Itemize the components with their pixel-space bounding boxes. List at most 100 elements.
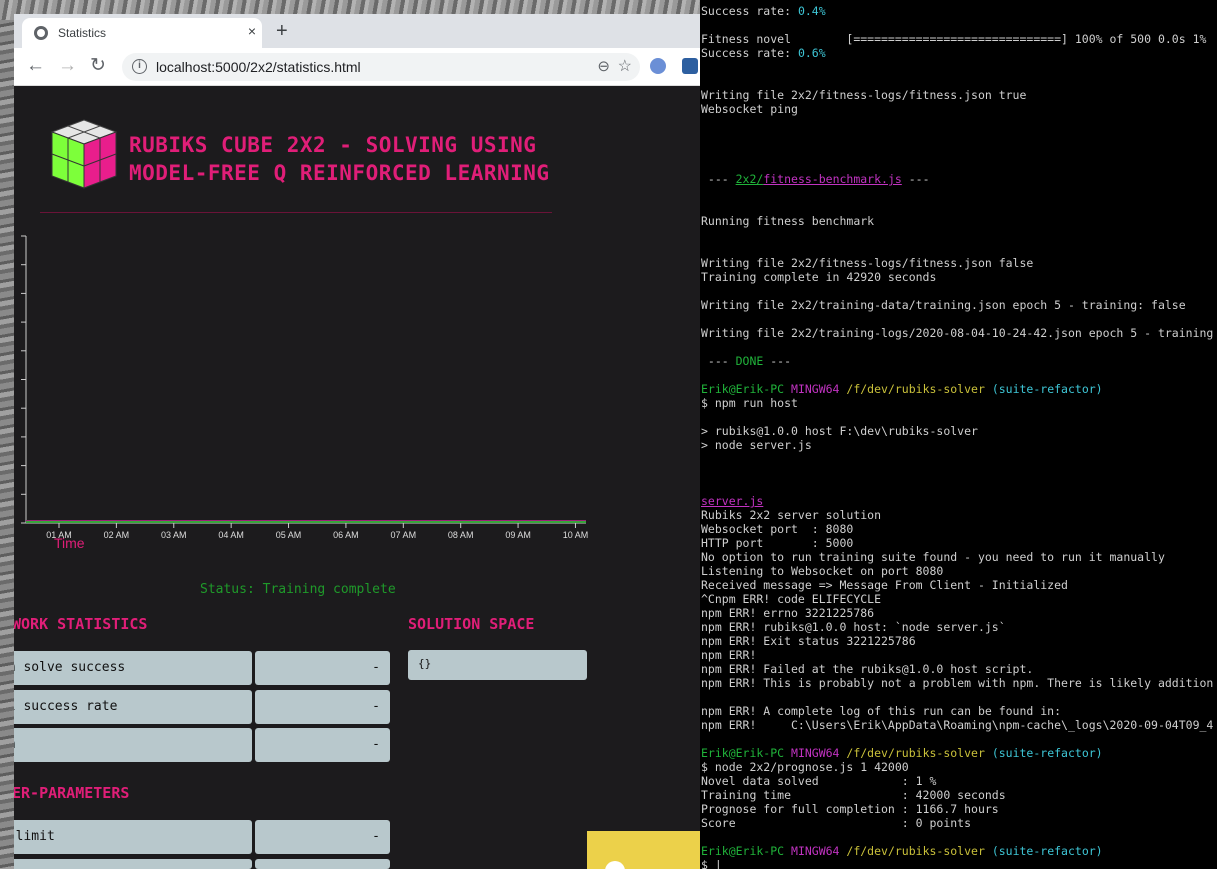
chart-x-tick-label: 03 AM — [161, 530, 187, 540]
back-button[interactable]: ← — [26, 56, 45, 76]
network-stat-label: ch — [14, 728, 252, 762]
terminal-output: Success rate: 0.4% Fitness novel [=======… — [701, 4, 1217, 869]
terminal-line: $ | — [701, 858, 722, 869]
terminal-line: Running fitness benchmark — [701, 214, 875, 228]
terminal-line: Websocket port : 8080 — [701, 522, 854, 536]
network-statistics-title: WORK STATISTICS — [14, 615, 148, 633]
terminal-line: npm ERR! C:\Users\Erik\AppData\Roaming\n… — [701, 718, 1214, 732]
reload-button[interactable]: ↻ — [90, 56, 106, 76]
terminal-line: ^Cnpm ERR! code ELIFECYCLE — [701, 592, 882, 606]
terminal-line: Received message => Message From Client … — [701, 578, 1068, 592]
info-icon[interactable]: i — [132, 59, 147, 74]
hyper-parameters-title: ER-PARAMETERS — [14, 784, 130, 802]
terminal-line: Writing file 2x2/fitness-logs/fitness.js… — [701, 256, 1034, 270]
tab-title: Statistics — [58, 26, 107, 40]
terminal-line: No option to run training suite found - … — [701, 550, 1165, 564]
browser-toolbar: ← → ↻ i localhost:5000/2x2/statistics.ht… — [14, 48, 700, 86]
terminal-line: Websocket ping — [701, 102, 798, 116]
tab-bar: Statistics × + — [14, 14, 700, 48]
terminal-line: Score : 0 points — [701, 816, 972, 830]
terminal-line: --- DONE --- — [701, 354, 792, 368]
terminal-line: > node server.js — [701, 438, 812, 452]
chart-x-tick-label: 02 AM — [104, 530, 130, 540]
chart-x-tick-label: 04 AM — [218, 530, 244, 540]
terminal-line: Erik@Erik-PC MINGW64 /f/dev/rubiks-solve… — [701, 382, 1103, 396]
address-bar[interactable]: i localhost:5000/2x2/statistics.html ⊖ ☆ — [122, 53, 640, 81]
solution-space-title: SOLUTION SPACE — [408, 615, 535, 633]
chart-x-tick-label: 07 AM — [391, 530, 417, 540]
terminal-line: Erik@Erik-PC MINGW64 /f/dev/rubiks-solve… — [701, 844, 1103, 858]
chart-x-axis-label: Time — [54, 535, 85, 551]
new-tab-button[interactable]: + — [276, 20, 288, 43]
url-text[interactable]: localhost:5000/2x2/statistics.html — [156, 59, 361, 75]
statistics-page: RUBIKS CUBE 2X2 - SOLVING USING MODEL-FR… — [14, 86, 700, 869]
network-stat-value: - — [255, 689, 390, 724]
terminal-line: --- 2x2/fitness-benchmark.js --- — [701, 172, 930, 186]
extension-icon-2[interactable] — [682, 58, 698, 74]
terminal-window[interactable]: Success rate: 0.4% Fitness novel [=======… — [700, 0, 1217, 869]
training-chart: 01 AM 02 AM 03 AM 04 AM 05 AM 06 AM 07 AM 08 AM… — [21, 235, 589, 551]
terminal-line: npm ERR! rubiks@1.0.0 host: `node server… — [701, 620, 1006, 634]
extension-icon[interactable] — [650, 58, 666, 74]
bookmark-star-icon[interactable]: ☆ — [618, 56, 632, 76]
solution-space-value: {} — [408, 650, 587, 680]
zoom-icon[interactable]: ⊖ — [597, 57, 610, 75]
chart-x-tick-label: 09 AM — [505, 530, 531, 540]
tab-statistics[interactable]: Statistics × — [22, 18, 262, 48]
terminal-line: Writing file 2x2/training-data/training.… — [701, 298, 1186, 312]
network-stat-value: - — [255, 728, 390, 762]
status-text: Status: Training complete — [200, 582, 396, 597]
terminal-line: npm ERR! — [701, 648, 757, 662]
hyper-param-value: - — [255, 820, 390, 854]
terminal-line: Training complete in 42920 seconds — [701, 270, 937, 284]
terminal-line: Erik@Erik-PC MINGW64 /f/dev/rubiks-solve… — [701, 746, 1103, 760]
terminal-line: npm ERR! errno 3221225786 — [701, 606, 875, 620]
forward-button[interactable]: → — [58, 56, 77, 76]
chart-x-tick-label: 06 AM — [333, 530, 359, 540]
terminal-line: npm ERR! Exit status 3221225786 — [701, 634, 916, 648]
close-tab-icon[interactable]: × — [248, 23, 256, 39]
terminal-line: Training time : 42000 seconds — [701, 788, 1006, 802]
hyper-param-row-partial — [255, 859, 390, 869]
globe-icon — [34, 26, 48, 40]
browser-window: Statistics × + ← → ↻ i localhost:5000/2x… — [14, 14, 700, 869]
terminal-line: Success rate: 0.4% — [701, 4, 826, 18]
terminal-line: Prognose for full completion : 1166.7 ho… — [701, 802, 999, 816]
terminal-line: Fitness novel [=========================… — [701, 32, 1207, 46]
terminal-line: Listening to Websocket on port 8080 — [701, 564, 944, 578]
network-stat-label: ch solve success — [14, 651, 252, 685]
hyper-param-row-partial — [14, 859, 252, 869]
hyper-param-label: e limit — [14, 820, 252, 854]
floating-widget[interactable] — [587, 831, 700, 869]
terminal-line: HTTP port : 5000 — [701, 536, 854, 550]
title-divider — [40, 212, 552, 213]
terminal-line: > rubiks@1.0.0 host F:\dev\rubiks-solver — [701, 424, 978, 438]
terminal-line: Success rate: 0.6% — [701, 46, 826, 60]
terminal-line: Rubiks 2x2 server solution — [701, 508, 882, 522]
network-stat-label: al success rate — [14, 689, 252, 724]
chart-x-tick-label: 10 AM — [563, 530, 589, 540]
terminal-line: Writing file 2x2/training-logs/2020-08-0… — [701, 326, 1214, 340]
terminal-line: server.js — [701, 494, 764, 508]
terminal-line: npm ERR! Failed at the rubiks@1.0.0 host… — [701, 662, 1034, 676]
chart-x-tick-label: 05 AM — [276, 530, 302, 540]
terminal-line: npm ERR! A complete log of this run can … — [701, 704, 1062, 718]
